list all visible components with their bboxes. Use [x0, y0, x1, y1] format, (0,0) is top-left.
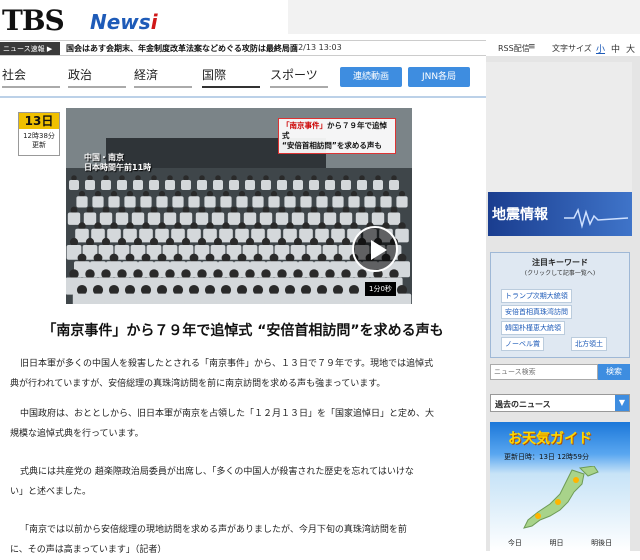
- article-paragraph-line: 中国政府は、おととしから、旧日本軍が南京を占領した「１２月１３日」を「国家追悼日…: [20, 409, 435, 419]
- play-button[interactable]: [352, 226, 398, 272]
- logo-news-text: News: [90, 10, 151, 34]
- weather-guide-panel[interactable]: お天気ガイド 更新日時：13日 12時59分 今日 明日 明後日: [490, 422, 630, 551]
- article-paragraph-line: に、その声は高まっています」（記者）: [10, 545, 167, 555]
- weather-day-after[interactable]: 明後日: [591, 538, 612, 548]
- past-news-dropdown[interactable]: 過去のニュース ▼: [490, 394, 630, 412]
- weather-day-tomorrow[interactable]: 明日: [549, 538, 563, 548]
- date-time: 12時38分: [23, 132, 55, 140]
- date-badge: 13日 12時38分 更新: [18, 112, 60, 156]
- keywords-subtitle: (クリックして記事一覧へ): [524, 270, 596, 277]
- japan-map-icon: [523, 466, 599, 529]
- nav-item-society[interactable]: 社会: [2, 66, 60, 88]
- article-headline: 「南京事件」から７９年で追悼式 “安倍首相訪問”を求める声も: [42, 323, 444, 339]
- article-paragraph-line: 「南京では以前から安倍総理の現地訪問を求める声がありましたが、今月下旬の真珠湾訪…: [20, 525, 407, 535]
- breaking-news-time: 12/13 13:03: [293, 43, 342, 52]
- video-location-time: 日本時間午前11時: [84, 163, 152, 172]
- article-main: 13日 12時38分 更新 「南京事件」から７９年で追悼式 “安倍首相訪問”を求…: [0, 96, 486, 555]
- seismic-wave-icon: [564, 207, 628, 229]
- nav-item-sports[interactable]: スポーツ: [270, 66, 328, 88]
- article-paragraph-line: 旧日本軍が多くの中国人を殺害したとされる「南京事件」から、１３日で７９年です。現…: [20, 359, 434, 369]
- article-paragraph-line: い」と述べました。: [10, 487, 92, 497]
- rss-link[interactable]: RSS配信: [498, 43, 530, 54]
- video-location: 中国・南京 日本時間午前11時: [84, 153, 151, 173]
- video-caption: 「南京事件」から７９年で追悼式 “安倍首相訪問”を求める声も: [278, 118, 396, 154]
- news-search-button[interactable]: 検索: [598, 364, 630, 380]
- breaking-news-text[interactable]: 国会はあす会期末、年金制度改革法案などめぐる攻防は最終局面: [66, 43, 298, 54]
- keyword-link[interactable]: 北方領土: [571, 337, 607, 351]
- font-size-label: 文字サイズ: [552, 44, 592, 53]
- jnn-stations-button[interactable]: JNN各局: [408, 67, 470, 87]
- video-caption-red-text: 「南京事件」: [282, 121, 327, 130]
- video-duration: 1分0秒: [365, 282, 396, 296]
- keywords-title: 注目キーワード: [532, 258, 588, 267]
- tools-bar: RSS配信 ≡ 文字サイズ 小 中 大: [486, 40, 640, 56]
- date-updated-label: 更新: [32, 141, 46, 149]
- continuous-video-button[interactable]: 連続動画: [340, 67, 402, 87]
- main-nav: 社会 政治 経済 国際 スポーツ 連続動画 JNN各局: [0, 62, 486, 90]
- site-header: TBS Newsi: [0, 0, 640, 40]
- weather-guide-title: お天気ガイド: [508, 431, 592, 447]
- font-size-medium-button[interactable]: 中: [611, 42, 620, 55]
- news-i-logo[interactable]: Newsi: [90, 10, 158, 34]
- chevron-down-icon[interactable]: ▼: [615, 395, 629, 411]
- breaking-news-bar: ニュース速報 ▶ 国会はあす会期末、年金制度改革法案などめぐる攻防は最終局面 1…: [0, 40, 486, 56]
- breaking-news-label: ニュース速報 ▶: [0, 42, 60, 55]
- nav-item-economy[interactable]: 経済: [134, 66, 192, 88]
- video-player[interactable]: 「南京事件」から７９年で追悼式 “安倍首相訪問”を求める声も 中国・南京 日本時…: [66, 108, 412, 304]
- keyword-link[interactable]: ノーベル賞: [501, 337, 544, 351]
- header-ad-area: [288, 0, 640, 34]
- keyword-link[interactable]: 安倍首相真珠湾訪問: [501, 305, 572, 319]
- article-paragraph-line: 典が行われていますが、安倍総理の真珠湾訪問を前に南京訪問を求める声も強まっていま…: [10, 379, 386, 389]
- nav-item-politics[interactable]: 政治: [68, 66, 126, 88]
- video-location-place: 中国・南京: [84, 153, 124, 162]
- weather-day-tabs: 今日 明日 明後日: [494, 538, 626, 548]
- article-paragraph-line: 式典には共産党の 趙楽際政治局委員が出席し、「多くの中国人が殺害された歴史を忘れ…: [20, 467, 414, 477]
- date-day: 13日: [19, 113, 59, 129]
- weather-day-today[interactable]: 今日: [508, 538, 522, 548]
- font-size-small-button[interactable]: 小: [596, 42, 605, 55]
- past-news-label: 過去のニュース: [495, 400, 551, 409]
- keywords-panel: 注目キーワード (クリックして記事一覧へ) トランプ次期大統領 安倍首相真珠湾訪…: [490, 252, 630, 358]
- sidebar-ad-area: [486, 62, 632, 192]
- video-caption-text-2: “安倍首相訪問”を求める声も: [282, 141, 382, 150]
- nav-item-international[interactable]: 国際: [202, 66, 260, 88]
- font-size-large-button[interactable]: 大: [626, 42, 635, 55]
- logo-i-text: i: [150, 10, 158, 34]
- sidebar: 地震情報 注目キーワード (クリックして記事一覧へ) トランプ次期大統領 安倍首…: [486, 56, 640, 551]
- play-icon: [371, 240, 387, 260]
- weather-updated-time: 更新日時：13日 12時59分: [504, 453, 589, 461]
- tbs-logo[interactable]: TBS: [2, 4, 65, 37]
- keyword-link[interactable]: トランプ次期大統領: [501, 289, 572, 303]
- news-search-input[interactable]: [490, 364, 598, 380]
- rss-icon[interactable]: ≡: [528, 42, 536, 52]
- keyword-link[interactable]: 韓国朴槿恵大統領: [501, 321, 565, 335]
- article-paragraph-line: 規模な追悼式典を行っています。: [10, 429, 144, 439]
